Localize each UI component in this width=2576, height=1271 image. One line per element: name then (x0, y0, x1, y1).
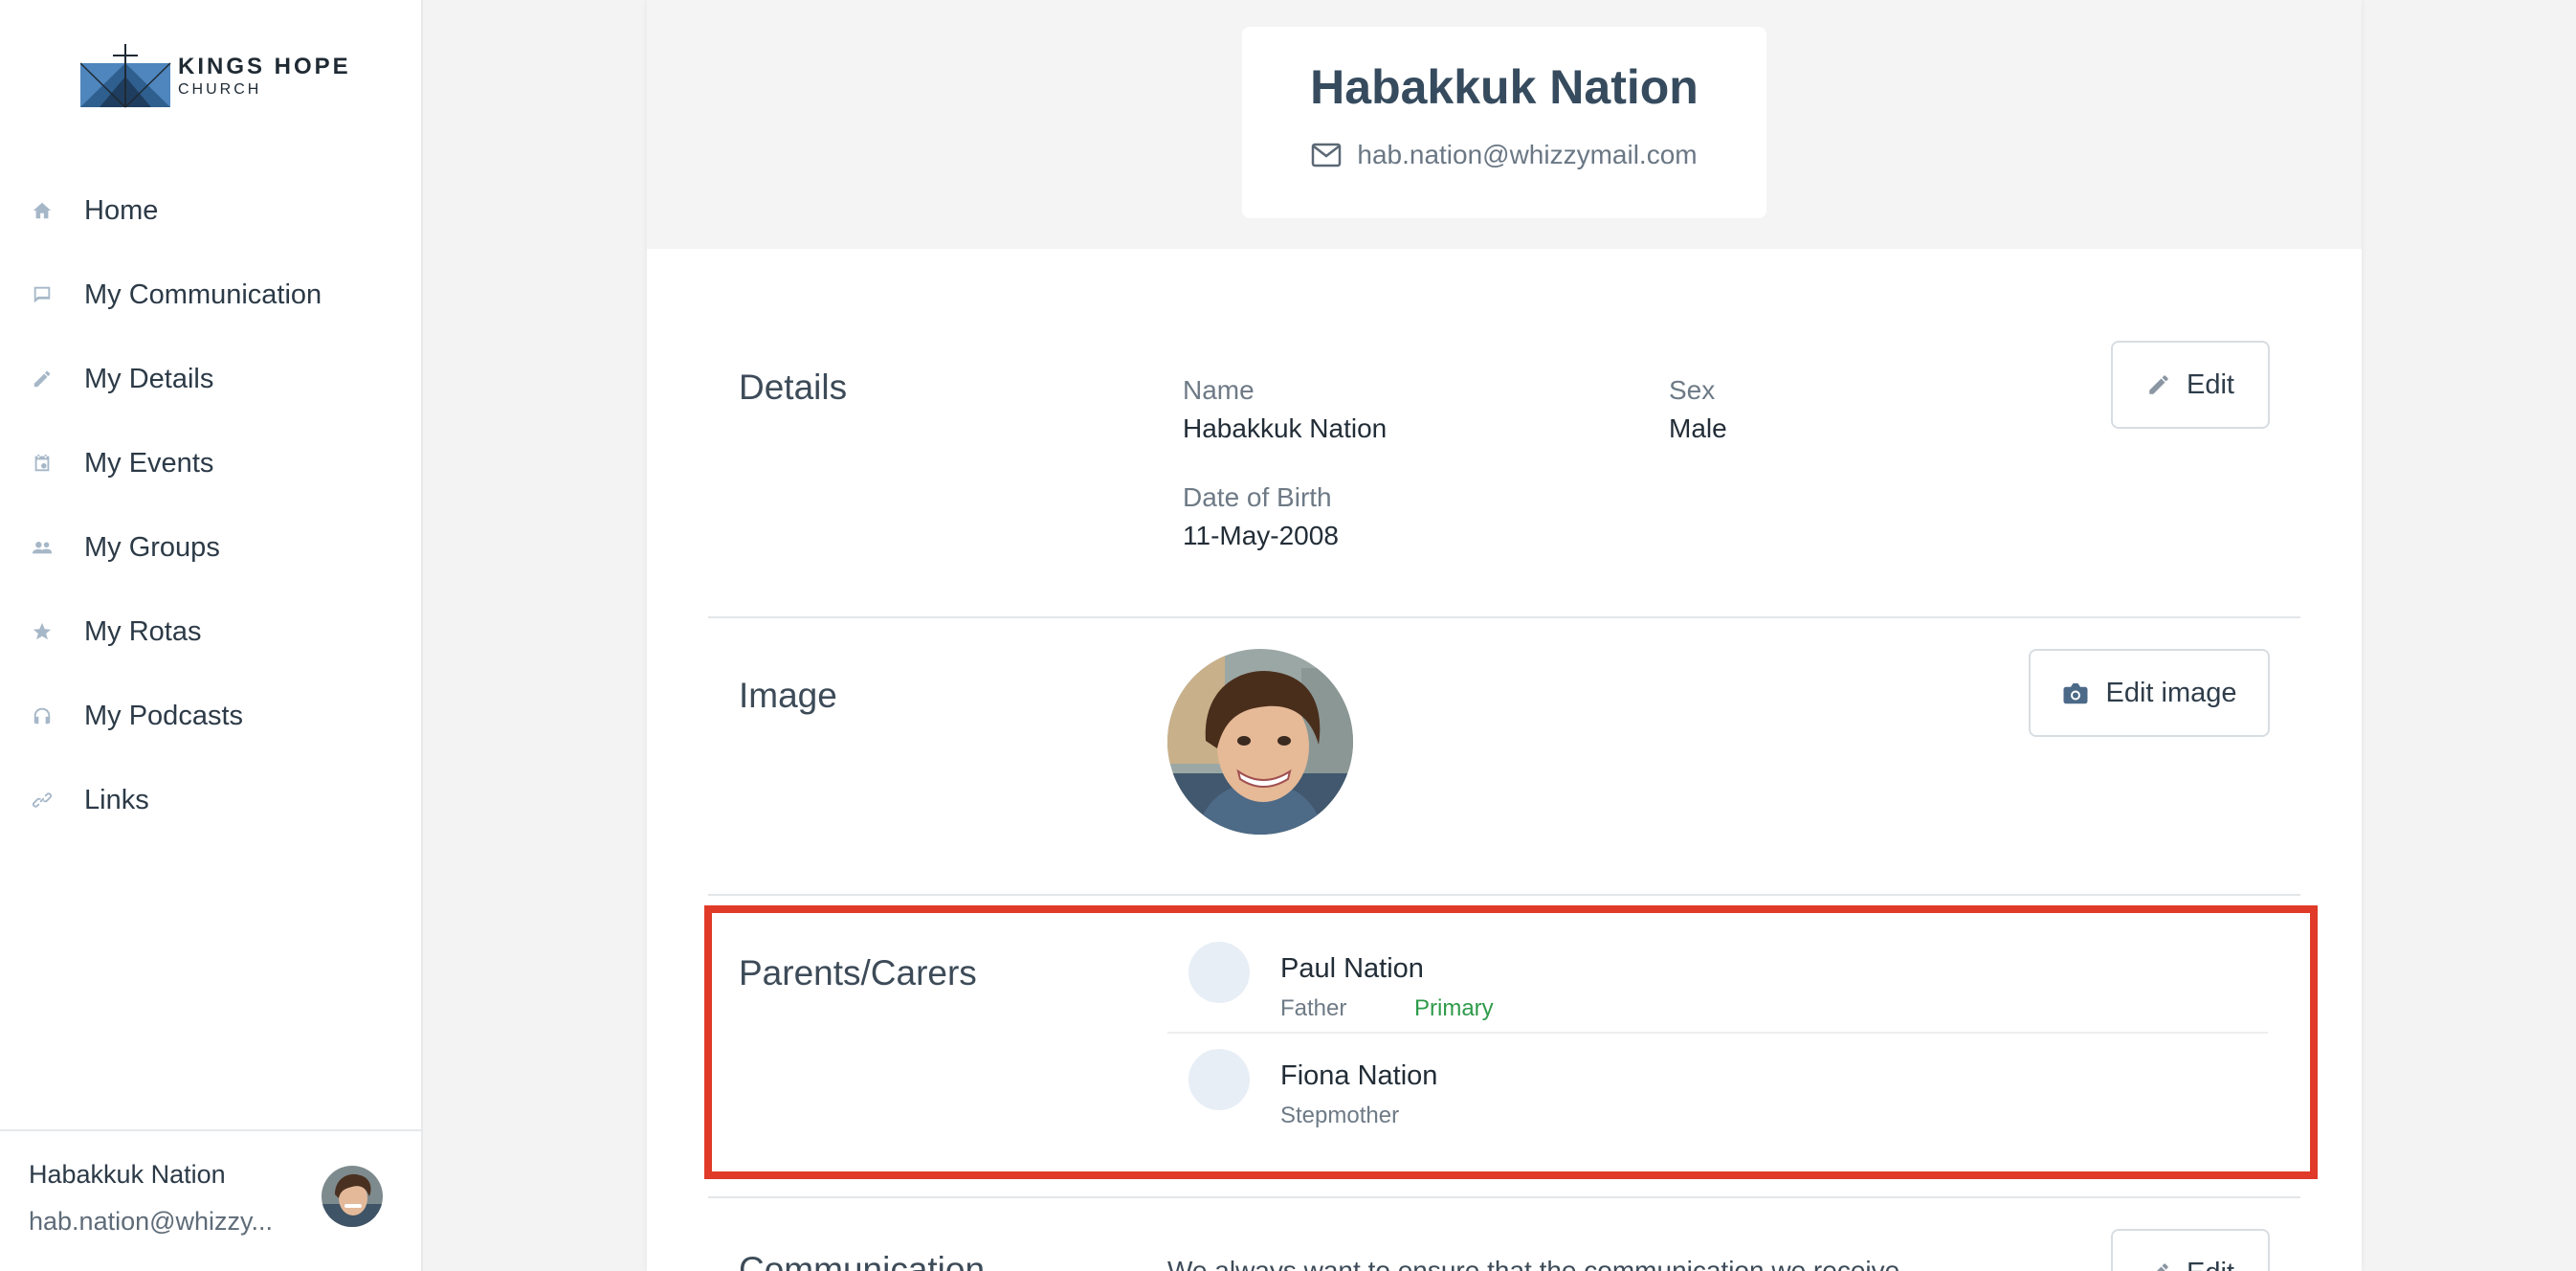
sex-value: Male (1669, 413, 1727, 443)
sidebar-item-communication[interactable]: My Communication (0, 253, 421, 337)
sidebar-nav: Home My Communication My Details My Even… (0, 168, 421, 842)
edit-image-label: Edit image (2105, 677, 2237, 708)
profile-email-row: hab.nation@whizzymail.com (1242, 140, 1766, 170)
sidebar-item-rotas[interactable]: My Rotas (0, 590, 421, 674)
link-icon (31, 789, 54, 812)
communication-section-title: Communication (739, 1250, 986, 1271)
star-icon (31, 620, 54, 643)
pencil-icon (2156, 1263, 2168, 1271)
logo-line2: CHURCH (178, 81, 262, 98)
user-profile-footer[interactable]: Habakkuk Nation hab.nation@whizzy... (0, 1129, 421, 1271)
highlight-box (704, 905, 2318, 1179)
sidebar-item-podcasts[interactable]: My Podcasts (0, 674, 421, 758)
pencil-icon (31, 368, 54, 390)
sidebar-item-label: My Communication (84, 279, 322, 310)
profile-photo (1167, 649, 1353, 835)
section-divider (708, 894, 2300, 896)
people-icon (31, 536, 54, 559)
church-logo[interactable]: KINGS HOPE CHURCH (80, 42, 351, 111)
edit-image-button[interactable]: Edit image (2029, 649, 2270, 737)
page-title: Habakkuk Nation (1310, 60, 1699, 114)
sidebar-item-label: Links (84, 784, 149, 815)
sidebar-item-events[interactable]: My Events (0, 421, 421, 505)
sidebar-item-details[interactable]: My Details (0, 337, 421, 421)
pencil-icon (2149, 375, 2168, 394)
headphones-icon (31, 704, 54, 727)
logo-line1: KINGS HOPE (178, 54, 351, 79)
profile-summary-card: Habakkuk Nation hab.nation@whizzymail.co… (1242, 27, 1766, 218)
sidebar: KINGS HOPE CHURCH Home My Communication … (0, 0, 423, 1271)
avatar[interactable] (322, 1166, 383, 1227)
church-logo-icon (80, 44, 171, 108)
edit-communication-label: Edit (2187, 1258, 2234, 1271)
camera-icon (2063, 683, 2088, 704)
calendar-icon (31, 452, 54, 475)
section-divider (708, 616, 2300, 618)
sidebar-item-groups[interactable]: My Groups (0, 505, 421, 590)
edit-details-label: Edit (2187, 368, 2234, 400)
sidebar-item-label: My Podcasts (84, 700, 243, 731)
sidebar-item-label: My Events (84, 447, 214, 479)
envelope-icon (1312, 143, 1342, 167)
edit-communication-button[interactable]: Edit (2111, 1229, 2270, 1271)
image-section-title: Image (739, 676, 837, 715)
sidebar-item-label: Home (84, 194, 159, 226)
home-icon (31, 199, 54, 222)
sidebar-item-home[interactable]: Home (0, 168, 421, 253)
name-value: Habakkuk Nation (1183, 413, 1388, 443)
chat-icon (31, 283, 54, 306)
name-label: Name (1183, 375, 1255, 405)
communication-text: We always want to ensure that the commun… (1167, 1256, 1900, 1271)
profile-header: Habakkuk Nation hab.nation@whizzymail.co… (647, 0, 2362, 249)
section-divider (708, 1196, 2300, 1198)
edit-details-button[interactable]: Edit (2111, 341, 2270, 429)
sex-label: Sex (1669, 375, 1716, 405)
sidebar-item-label: My Groups (84, 531, 220, 563)
sidebar-item-links[interactable]: Links (0, 758, 421, 842)
dob-label: Date of Birth (1183, 482, 1332, 512)
details-section-title: Details (739, 368, 848, 407)
sidebar-item-label: My Details (84, 363, 214, 394)
profile-email[interactable]: hab.nation@whizzymail.com (1357, 140, 1697, 170)
dob-value: 11-May-2008 (1183, 521, 1339, 550)
sidebar-item-label: My Rotas (84, 615, 202, 647)
